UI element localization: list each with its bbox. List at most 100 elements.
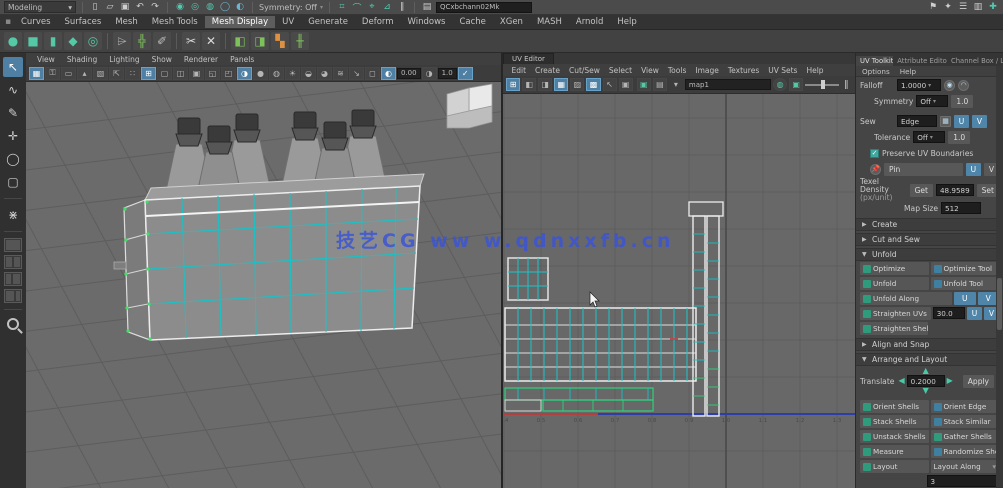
layout-split-button[interactable] bbox=[4, 289, 22, 303]
safe-action-icon[interactable]: ◰ bbox=[221, 67, 236, 80]
panel-menu-show[interactable]: Show bbox=[147, 55, 177, 64]
select-tool[interactable]: ↖ bbox=[3, 57, 23, 77]
unfold-along-button[interactable]: Unfold Along bbox=[860, 292, 952, 305]
layout-four-pane-button[interactable] bbox=[4, 255, 22, 269]
new-scene-icon[interactable]: ▯ bbox=[89, 1, 101, 13]
wireframe-on-shaded-icon[interactable]: ◑ bbox=[237, 67, 252, 80]
scale-tool[interactable]: ▢ bbox=[3, 172, 23, 192]
make-live-icon[interactable]: ∥ bbox=[396, 1, 408, 13]
paint-select-tool[interactable]: ✎ bbox=[3, 103, 23, 123]
arrow-left-icon[interactable]: ◀ bbox=[898, 378, 904, 384]
sew-dropdown[interactable]: Edge bbox=[897, 115, 937, 127]
pin-u-button[interactable]: U bbox=[966, 163, 981, 176]
symmetry-tolerance-button[interactable]: 1.0 bbox=[951, 95, 973, 108]
shadows-icon[interactable]: ◒ bbox=[301, 67, 316, 80]
panel-menu-view[interactable]: View bbox=[32, 55, 60, 64]
menu-deform[interactable]: Deform bbox=[355, 16, 401, 28]
select-camera-icon[interactable]: ▦ bbox=[29, 67, 44, 80]
poly-plane-icon[interactable]: ◆ bbox=[64, 32, 82, 50]
zoom-tool-icon[interactable] bbox=[7, 318, 19, 330]
uv-dim-image-slider[interactable] bbox=[805, 84, 839, 86]
sidebar-toggle-icon[interactable]: ▥ bbox=[972, 1, 984, 13]
section-cut-and-sew[interactable]: ▶Cut and Sew bbox=[856, 233, 1003, 246]
toolkit-toggle-icon[interactable]: ✚ bbox=[987, 1, 999, 13]
uv-menu-uv-sets[interactable]: UV Sets bbox=[764, 66, 802, 75]
arrow-down-icon[interactable]: ▼ bbox=[923, 388, 929, 394]
combine-icon[interactable]: ▚ bbox=[271, 32, 289, 50]
uv-grid-snap-icon[interactable]: ⊞ bbox=[506, 78, 520, 91]
chevron-down-icon[interactable]: ▾ bbox=[669, 78, 683, 91]
layout-padding-field[interactable]: 3 bbox=[927, 475, 1000, 487]
viewport-renderer-icon[interactable]: ✓ bbox=[458, 67, 473, 80]
falloff-dropdown[interactable]: 1.0000▾ bbox=[897, 79, 941, 91]
ipr-render-icon[interactable]: ✦ bbox=[942, 1, 954, 13]
undo-icon[interactable]: ↶ bbox=[134, 1, 146, 13]
rotate-tool[interactable]: ◯ bbox=[3, 149, 23, 169]
tolerance-extra-button[interactable]: 1.0 bbox=[948, 131, 970, 144]
select-mask-icon[interactable]: ◐ bbox=[234, 1, 246, 13]
optimize-tool-button[interactable]: Optimize Tool bbox=[931, 262, 1000, 275]
camera-attrs-icon[interactable]: ▭ bbox=[61, 67, 76, 80]
bookmark-icon[interactable]: ▴ bbox=[77, 67, 92, 80]
uv-set-field[interactable]: map1 bbox=[685, 79, 771, 90]
move-tool[interactable]: ✛ bbox=[3, 126, 23, 146]
unfold-along-u-button[interactable]: U bbox=[954, 292, 976, 305]
layout-single-pane-button[interactable] bbox=[4, 238, 22, 252]
hamburger-menu-icon[interactable]: ☰ bbox=[957, 1, 969, 13]
menu-uv[interactable]: UV bbox=[275, 16, 301, 28]
redo-icon[interactable]: ↷ bbox=[149, 1, 161, 13]
open-scene-icon[interactable]: ▱ bbox=[104, 1, 116, 13]
snap-point-icon[interactable]: ⌖ bbox=[366, 1, 378, 13]
film-gate-icon[interactable]: ▢ bbox=[157, 67, 172, 80]
tolerance-dropdown[interactable]: Off▾ bbox=[913, 131, 945, 143]
quad-draw-tool-icon[interactable]: ✐ bbox=[153, 32, 171, 50]
menu-curves[interactable]: Curves bbox=[14, 16, 58, 28]
straighten-angle-field[interactable]: 30.0 bbox=[933, 307, 965, 319]
uv-menu-cut-sew[interactable]: Cut/Sew bbox=[564, 66, 604, 75]
menu-arnold[interactable]: Arnold bbox=[569, 16, 611, 28]
unfold-button[interactable]: Unfold bbox=[860, 277, 929, 290]
oversampling-icon[interactable]: ∷ bbox=[125, 67, 140, 80]
uv-editor-viewport[interactable]: 0.4 0.5 0.6 0.7 0.8 0.9 1.0 1.1 1.2 1.3 bbox=[503, 94, 855, 488]
texel-get-button[interactable]: Get bbox=[910, 184, 933, 197]
stack-shells-button[interactable]: Stack Shells bbox=[860, 415, 929, 428]
lighting-mode-icon[interactable]: ☀ bbox=[285, 67, 300, 80]
exposure-field[interactable]: 0.00 bbox=[397, 68, 421, 79]
poly-cube-icon[interactable]: ■ bbox=[24, 32, 42, 50]
isolate-select-icon[interactable]: ↘ bbox=[349, 67, 364, 80]
select-object-icon[interactable]: ◎ bbox=[189, 1, 201, 13]
symmetry-dropdown[interactable]: Off▾ bbox=[916, 95, 948, 107]
poly-torus-icon[interactable]: ◎ bbox=[84, 32, 102, 50]
uv-menu-image[interactable]: Image bbox=[691, 66, 724, 75]
poly-sphere-icon[interactable]: ● bbox=[4, 32, 22, 50]
image-plane-icon[interactable]: ▧ bbox=[93, 67, 108, 80]
sew-mode-icon[interactable]: ▦ bbox=[940, 116, 951, 127]
uv-menu-edit[interactable]: Edit bbox=[507, 66, 531, 75]
multi-cut-tool-icon[interactable]: ╬ bbox=[133, 32, 151, 50]
panel-menu-panels[interactable]: Panels bbox=[225, 55, 259, 64]
lasso-tool[interactable]: ∿ bbox=[3, 80, 23, 100]
textured-mode-icon[interactable]: ◍ bbox=[269, 67, 284, 80]
gamma-field[interactable]: 1.0 bbox=[438, 68, 457, 79]
menu-mash[interactable]: MASH bbox=[530, 16, 569, 28]
orient-edge-button[interactable]: Orient Edge bbox=[931, 400, 1000, 413]
uv-menu-tools[interactable]: Tools bbox=[663, 66, 690, 75]
uv-baking-icon[interactable]: ‖ bbox=[841, 79, 852, 91]
measure-button[interactable]: Measure bbox=[860, 445, 929, 458]
soft-select-icon[interactable]: ◉ bbox=[944, 80, 955, 91]
toolkit-scrollbar[interactable] bbox=[996, 66, 1003, 488]
xray-icon[interactable]: ◻ bbox=[365, 67, 380, 80]
uv-image-display-icon[interactable]: ▣ bbox=[619, 78, 633, 91]
uv-checker-icon[interactable]: ▨ bbox=[570, 78, 584, 91]
uv-isolate-icon[interactable]: ▣ bbox=[637, 78, 651, 91]
workspace-dropdown[interactable]: Modeling▾ bbox=[4, 1, 76, 13]
select-component-icon[interactable]: ◍ bbox=[204, 1, 216, 13]
menu-help[interactable]: Help bbox=[610, 16, 643, 28]
section-align-and-snap[interactable]: ▶Align and Snap bbox=[856, 338, 1003, 351]
motion-blur-icon[interactable]: ≋ bbox=[333, 67, 348, 80]
shaded-mode-icon[interactable]: ● bbox=[253, 67, 268, 80]
gamma-icon[interactable]: ◑ bbox=[422, 67, 437, 80]
symmetry-status[interactable]: Symmetry: Off bbox=[259, 3, 317, 12]
duplicate-icon[interactable]: ◨ bbox=[251, 32, 269, 50]
select-hierarchy-icon[interactable]: ◉ bbox=[174, 1, 186, 13]
